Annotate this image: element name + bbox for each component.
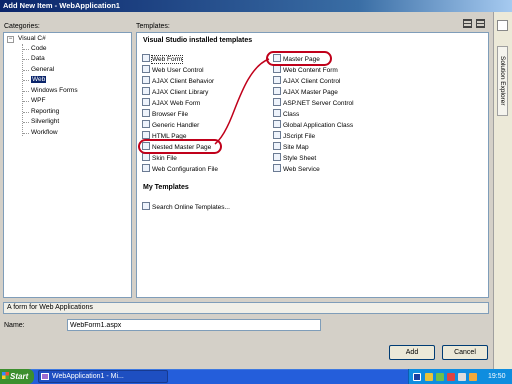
class-icon [273,109,281,117]
web-form-icon [142,54,150,62]
clock[interactable]: 19:50 [488,369,506,384]
tree-connector [23,133,29,134]
template-ajax-client-control[interactable]: AJAX Client Control [273,76,340,86]
tree-connector [23,70,29,71]
template-skin-file[interactable]: Skin File [142,153,177,163]
template-global-application-class[interactable]: Global Application Class [273,120,353,130]
tray-status-icon[interactable] [469,373,477,381]
tree-connector [23,59,29,60]
start-label: Start [10,372,29,381]
site-map-icon [273,142,281,150]
tree-item-code[interactable]: Code [31,45,47,53]
skin-file-icon [142,153,150,161]
content-form-icon [273,65,281,73]
tree-connector [23,49,29,50]
window-title: Add New Item - WebApplication1 [3,1,120,10]
template-web-user-control[interactable]: Web User Control [142,65,204,75]
tree-connector [23,91,29,92]
language-icon[interactable] [413,373,421,381]
template-asp-net-server-control[interactable]: ASP.NET Server Control [273,98,354,108]
search-online-icon [142,202,150,210]
tree-item-wpf[interactable]: WPF [31,97,45,105]
ajax-icon [142,87,150,95]
highlight-oval-master-page [266,51,332,66]
templates-label: Templates: [136,23,170,30]
ajax-icon [273,87,281,95]
template-web-configuration-file[interactable]: Web Configuration File [142,164,218,174]
template-jscript-file[interactable]: JScript File [273,131,315,141]
template-ajax-client-behavior[interactable]: AJAX Client Behavior [142,76,214,86]
template-description: A form for Web Applications [3,302,489,314]
template-generic-handler[interactable]: Generic Handler [142,120,199,130]
taskbar-window-button[interactable]: WebApplication1 - Mi... [38,370,168,383]
template-browser-file[interactable]: Browser File [142,109,188,119]
browser-file-icon [142,109,150,117]
style-sheet-icon [273,153,281,161]
template-web-content-form[interactable]: Web Content Form [273,65,338,75]
template-ajax-client-library[interactable]: AJAX Client Library [142,87,208,97]
ajax-icon [142,98,150,106]
tree-item-reporting[interactable]: Reporting [31,108,59,116]
html-page-icon [142,131,150,139]
small-icons-view-icon[interactable] [476,19,485,28]
add-button[interactable]: Add [389,345,435,360]
tree-item-general[interactable]: General [31,66,54,74]
name-label: Name: [4,322,25,329]
tree-item-visual-csharp[interactable]: Visual C# [18,35,46,43]
cancel-button[interactable]: Cancel [442,345,488,360]
my-templates-header: My Templates [143,184,189,191]
collapse-icon[interactable]: − [7,36,14,43]
ajax-icon [273,76,281,84]
tree-connector [23,112,29,113]
security-icon[interactable] [447,373,455,381]
template-style-sheet[interactable]: Style Sheet [273,153,316,163]
web-service-icon [273,164,281,172]
tree-item-windows-forms[interactable]: Windows Forms [31,87,78,95]
tree-item-silverlight[interactable]: Silverlight [31,118,59,126]
tree-item-data[interactable]: Data [31,55,45,63]
config-file-icon [142,164,150,172]
tree-item-web[interactable]: Web [31,76,47,84]
template-web-service[interactable]: Web Service [273,164,320,174]
tree-item-workflow[interactable]: Workflow [31,129,58,137]
window-title-bar[interactable]: Add New Item - WebApplication1 [0,0,512,12]
ajax-icon [142,76,150,84]
template-site-map[interactable]: Site Map [273,142,309,152]
search-online-templates[interactable]: Search Online Templates... [142,202,230,212]
tray-app-icon[interactable] [425,373,433,381]
volume-icon[interactable] [458,373,466,381]
tree-connector [23,80,29,81]
handler-icon [142,120,150,128]
tree-connector [23,101,29,102]
template-web-form[interactable]: Web Form [142,54,184,64]
highlight-connector-line [214,58,270,145]
template-ajax-master-page[interactable]: AJAX Master Page [273,87,338,97]
jscript-icon [273,131,281,139]
pin-icon[interactable] [497,20,508,31]
global-class-icon [273,120,281,128]
windows-logo-icon [2,372,9,379]
solution-explorer-label: Solution Explorer [499,56,506,106]
taskbar-window-label: WebApplication1 - Mi... [52,373,124,380]
template-ajax-web-form[interactable]: AJAX Web Form [142,98,200,108]
installed-templates-header: Visual Studio installed templates [143,37,253,44]
name-input[interactable] [67,319,321,331]
categories-label: Categories: [4,23,40,30]
user-control-icon [142,65,150,73]
large-icons-view-icon[interactable] [463,19,472,28]
visual-studio-icon [41,373,49,380]
network-icon[interactable] [436,373,444,381]
server-control-icon [273,98,281,106]
template-class[interactable]: Class [273,109,299,119]
tree-connector [23,122,29,123]
